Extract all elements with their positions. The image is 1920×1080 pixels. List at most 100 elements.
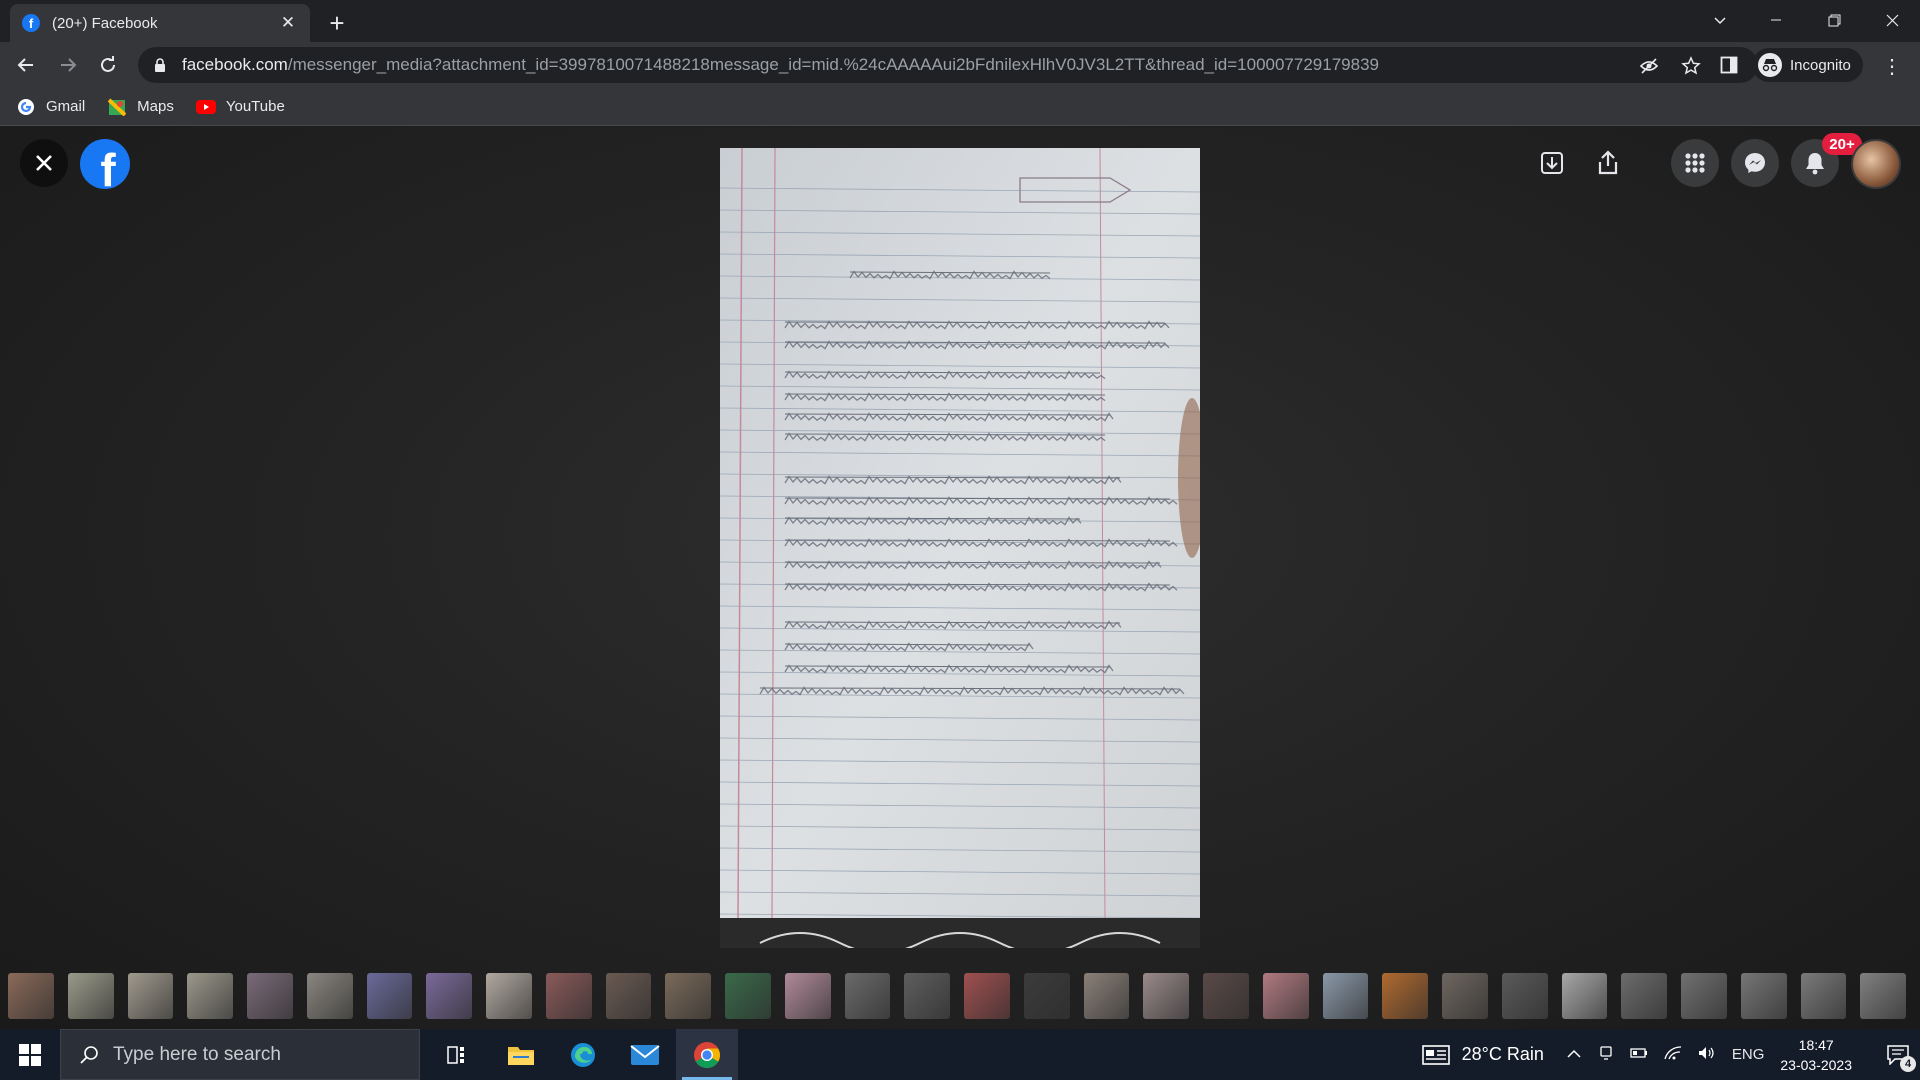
mail-button[interactable] xyxy=(614,1029,676,1080)
media-thumbnail[interactable] xyxy=(187,973,233,1019)
reload-icon xyxy=(101,56,115,72)
media-thumbnail[interactable] xyxy=(844,973,891,1019)
start-button[interactable] xyxy=(0,1029,60,1080)
menu-grid-button[interactable] xyxy=(1671,139,1719,187)
weather-widget[interactable]: 28°C Rain xyxy=(1421,1044,1544,1066)
media-thumbnail[interactable] xyxy=(1382,973,1428,1019)
side-panel-icon[interactable] xyxy=(1718,54,1740,76)
window-close-button[interactable] xyxy=(1864,0,1920,40)
google-icon xyxy=(16,97,36,117)
clock[interactable]: 18:47 23-03-2023 xyxy=(1780,1035,1852,1075)
clock-time: 18:47 xyxy=(1798,1036,1834,1053)
task-view-icon xyxy=(447,1045,464,1064)
restore-button[interactable] xyxy=(1806,0,1862,40)
tab-close-icon[interactable]: ✕ xyxy=(278,13,298,33)
download-icon[interactable] xyxy=(1534,145,1570,181)
mail-icon xyxy=(630,1044,660,1065)
media-thumbnail[interactable] xyxy=(725,973,771,1019)
media-thumbnail[interactable] xyxy=(605,973,652,1019)
media-thumbnail[interactable] xyxy=(964,973,1010,1019)
bell-icon xyxy=(1806,153,1824,175)
bookmark-maps[interactable]: Maps xyxy=(107,97,174,117)
facebook-favicon-icon: f xyxy=(22,14,40,32)
media-thumbnail[interactable] xyxy=(1322,973,1369,1019)
chrome-menu-icon[interactable]: ⋮ xyxy=(1880,54,1904,78)
facebook-logo[interactable]: f xyxy=(80,139,130,189)
media-thumbnail[interactable] xyxy=(67,973,114,1019)
maps-icon xyxy=(107,97,127,117)
media-thumbnail[interactable] xyxy=(1143,973,1189,1019)
language-indicator[interactable]: ENG xyxy=(1732,1046,1765,1063)
media-thumbnail[interactable] xyxy=(8,973,54,1019)
media-thumbnail[interactable] xyxy=(426,973,472,1019)
media-viewer: f 20+ xyxy=(0,127,1920,1029)
new-tab-button[interactable]: + xyxy=(322,8,352,38)
media-thumbnail[interactable] xyxy=(545,973,592,1019)
media-thumbnail[interactable] xyxy=(904,973,950,1019)
media-thumbnail[interactable] xyxy=(306,973,353,1019)
media-thumbnail[interactable] xyxy=(1800,973,1847,1019)
wifi-icon[interactable] xyxy=(1664,1045,1682,1064)
youtube-icon xyxy=(195,97,216,117)
media-thumbnail[interactable] xyxy=(366,973,413,1019)
media-thumbnail[interactable] xyxy=(1262,973,1309,1019)
chrome-button[interactable] xyxy=(676,1029,738,1080)
forward-button[interactable] xyxy=(52,49,84,81)
volume-icon[interactable] xyxy=(1698,1046,1716,1064)
tab-search-chevron-icon[interactable] xyxy=(1692,0,1748,40)
incognito-icon xyxy=(1758,53,1782,77)
windows-logo-icon xyxy=(19,1043,41,1066)
media-thumbnail[interactable] xyxy=(1501,973,1548,1019)
weather-news-icon xyxy=(1421,1044,1450,1065)
messenger-button[interactable] xyxy=(1731,139,1779,187)
incognito-badge[interactable]: Incognito xyxy=(1752,48,1863,82)
chrome-icon xyxy=(694,1041,721,1068)
meet-icon[interactable] xyxy=(1598,1045,1614,1065)
reload-button[interactable] xyxy=(92,49,124,81)
media-thumbnail[interactable] xyxy=(486,973,532,1019)
bookmark-label: Gmail xyxy=(46,98,86,115)
eye-off-icon[interactable] xyxy=(1638,55,1660,77)
action-center-button[interactable]: 4 xyxy=(1876,1029,1920,1080)
file-explorer-button[interactable] xyxy=(490,1029,552,1080)
media-thumbnail[interactable] xyxy=(1083,973,1130,1019)
search-placeholder: Type here to search xyxy=(113,1043,281,1065)
media-thumbnail[interactable] xyxy=(665,973,711,1019)
lock-icon[interactable] xyxy=(152,57,168,73)
media-thumbnail[interactable] xyxy=(1860,973,1906,1019)
bookmark-star-icon[interactable] xyxy=(1680,55,1702,77)
media-thumbnail[interactable] xyxy=(1561,973,1608,1019)
back-button[interactable] xyxy=(10,49,42,81)
media-thumbnail[interactable] xyxy=(1442,973,1488,1019)
task-view-button[interactable] xyxy=(428,1029,490,1080)
share-icon[interactable] xyxy=(1590,145,1626,181)
battery-icon[interactable] xyxy=(1630,1046,1648,1063)
url-host: facebook.com xyxy=(182,55,288,74)
edge-button[interactable] xyxy=(552,1029,614,1080)
edge-icon xyxy=(571,1042,595,1067)
notification-count-badge: 4 xyxy=(1900,1056,1916,1072)
bookmark-gmail[interactable]: Gmail xyxy=(16,97,85,117)
media-thumbnail[interactable] xyxy=(784,973,831,1019)
bookmark-youtube[interactable]: YouTube xyxy=(195,97,285,117)
media-thumbnail[interactable] xyxy=(1621,973,1667,1019)
forward-arrow-icon xyxy=(61,58,77,72)
browser-toolbar: facebook.com/messenger_media?attachment_… xyxy=(0,42,1920,88)
notebook-page-photo xyxy=(720,148,1200,948)
address-bar[interactable]: facebook.com/messenger_media?attachment_… xyxy=(138,47,1758,83)
taskbar-search-box[interactable]: Type here to search xyxy=(60,1029,420,1080)
profile-avatar[interactable] xyxy=(1851,139,1901,189)
tray-chevron-icon[interactable] xyxy=(1566,1046,1582,1063)
media-thumbnail[interactable] xyxy=(247,973,293,1019)
tab-strip: f (20+) Facebook ✕ + xyxy=(0,0,1920,42)
media-thumbnail[interactable] xyxy=(1203,973,1249,1019)
minimize-button[interactable] xyxy=(1748,0,1804,40)
folder-icon xyxy=(508,1046,534,1065)
media-thumbnail[interactable] xyxy=(1023,973,1070,1019)
media-thumbnail[interactable] xyxy=(127,973,174,1019)
browser-tab-facebook[interactable]: f (20+) Facebook ✕ xyxy=(10,4,310,42)
close-viewer-button[interactable] xyxy=(20,139,68,187)
media-thumbnail-strip xyxy=(0,973,1920,1027)
media-thumbnail[interactable] xyxy=(1740,973,1787,1019)
media-thumbnail[interactable] xyxy=(1681,973,1727,1019)
